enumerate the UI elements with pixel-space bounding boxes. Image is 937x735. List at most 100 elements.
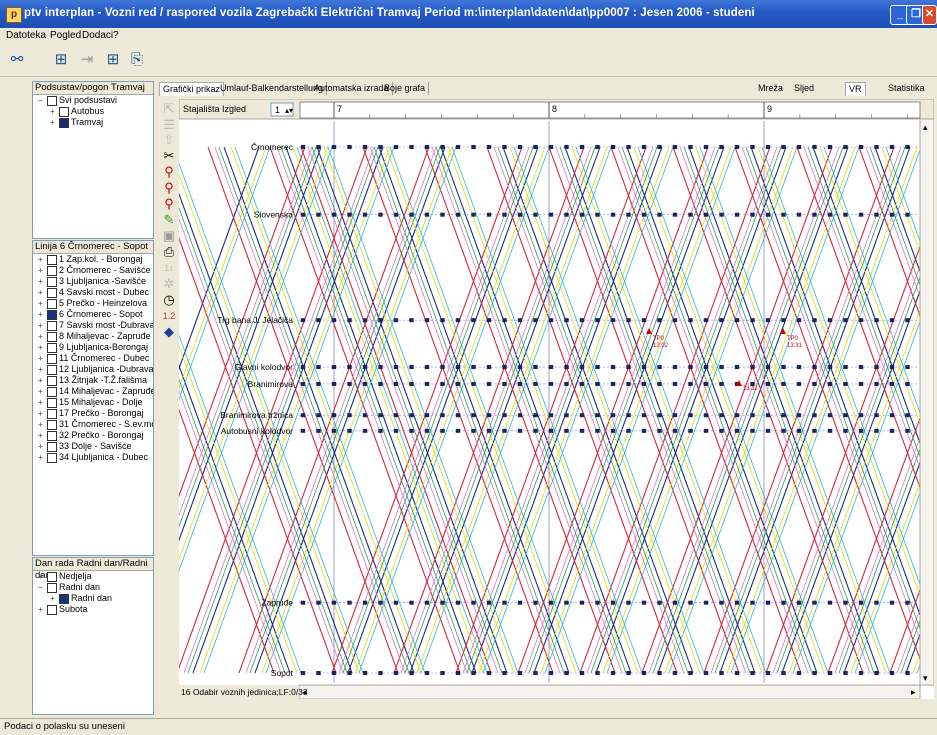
line-item[interactable]: +9 Ljubljanica-Borongaj <box>33 342 153 353</box>
checkbox[interactable] <box>47 365 57 375</box>
checkbox[interactable] <box>59 107 69 117</box>
expand-icon[interactable]: + <box>37 256 44 264</box>
checkbox[interactable] <box>47 96 57 106</box>
search-icon[interactable]: ⚲ <box>161 164 177 180</box>
line-item[interactable]: +31 Črnomerec - S.ev.most <box>33 419 153 430</box>
tab-graficki-prikaz[interactable]: Grafički prikaz <box>159 82 225 96</box>
checkbox[interactable] <box>47 409 57 419</box>
subsystem-item[interactable]: − Svi podsustavi <box>33 95 153 106</box>
daytype-item[interactable]: + Radni dan <box>33 593 153 604</box>
expand-icon[interactable]: + <box>37 322 44 330</box>
checkbox[interactable] <box>47 343 57 353</box>
line-item[interactable]: +4 Savski most - Dubec <box>33 287 153 298</box>
checkbox[interactable] <box>59 118 69 128</box>
expand-icon[interactable]: + <box>37 388 44 396</box>
expand-icon[interactable]: + <box>37 443 44 451</box>
line-item[interactable]: +5 Prečko - Heinzelova <box>33 298 153 309</box>
layout-icon[interactable]: ⊞ <box>102 49 124 71</box>
line-item[interactable]: +13 Žitnjak -T.Ž.fališma <box>33 375 153 386</box>
expand-icon[interactable]: + <box>37 432 44 440</box>
expand-icon[interactable]: + <box>37 606 44 614</box>
expand-icon[interactable]: + <box>49 108 56 116</box>
line-item[interactable]: +33 Dolje - Savišće <box>33 441 153 452</box>
binoculars-icon[interactable]: ⚯ <box>6 49 28 71</box>
step-icon[interactable]: 1.2 <box>161 308 177 324</box>
checkbox[interactable] <box>47 420 57 430</box>
tab-statistika[interactable]: Statistika <box>885 82 928 95</box>
timetable-graph[interactable]: Stajališta Izgled 1 ▴▾ 789 ČrnomerecSlov… <box>68 98 937 700</box>
expand-icon[interactable]: − <box>37 97 44 105</box>
up-icon[interactable]: ⇧ <box>161 132 177 148</box>
line-item[interactable]: +17 Prečko - Borongaj <box>33 408 153 419</box>
menu-datoteka[interactable]: Datoteka <box>6 30 46 41</box>
expand-icon[interactable]: + <box>37 344 44 352</box>
expand-icon[interactable]: + <box>37 454 44 462</box>
expand-icon[interactable]: + <box>37 399 44 407</box>
checkbox[interactable] <box>47 299 57 309</box>
checkbox[interactable] <box>47 387 57 397</box>
line-item[interactable]: +34 Ljubljanica - Dubec <box>33 452 153 463</box>
expand-icon[interactable]: + <box>37 377 44 385</box>
checkbox[interactable] <box>47 277 57 287</box>
vertical-scrollbar[interactable] <box>919 118 935 686</box>
expand-icon[interactable]: + <box>49 119 56 127</box>
subsystem-item[interactable]: + Autobus <box>33 106 153 117</box>
line-item[interactable]: +11 Črnomerec - Dubec <box>33 353 153 364</box>
numbers-icon[interactable]: 1↕ <box>161 260 177 276</box>
line-item[interactable]: +3 Ljubljanica -Savišće <box>33 276 153 287</box>
menu-help[interactable]: ? <box>113 30 119 41</box>
app-icon[interactable]: p <box>6 7 22 23</box>
line-item[interactable]: +12 Ljubljanica -Dubrava <box>33 364 153 375</box>
line-item[interactable]: +7 Savski most -Dubrava <box>33 320 153 331</box>
expand-icon[interactable]: + <box>37 333 44 341</box>
tab-mreza[interactable]: Mreža <box>755 82 786 95</box>
search-minus-icon[interactable]: ⚲ <box>161 196 177 212</box>
diamond-icon[interactable]: ◆ <box>161 324 177 340</box>
expand-icon[interactable]: + <box>37 573 44 581</box>
checkbox[interactable] <box>47 453 57 463</box>
checkbox[interactable] <box>47 354 57 364</box>
checkbox[interactable] <box>47 321 57 331</box>
expand-icon[interactable]: + <box>49 595 56 603</box>
pointer-icon[interactable]: ⇱ <box>161 101 177 117</box>
tab-vr[interactable]: VR <box>845 82 866 96</box>
expand-icon[interactable]: + <box>37 267 44 275</box>
line-item[interactable]: +1 Zap.kol. - Borongaj <box>33 254 153 265</box>
checkbox[interactable] <box>47 288 57 298</box>
checkbox[interactable] <box>47 255 57 265</box>
expand-icon[interactable]: + <box>37 311 44 319</box>
expand-icon[interactable]: + <box>37 355 44 363</box>
search-plus-icon[interactable]: ⚲ <box>161 180 177 196</box>
expand-icon[interactable]: + <box>37 289 44 297</box>
scissors-icon[interactable]: ✂ <box>161 148 177 164</box>
menu-pogled[interactable]: Pogled <box>50 30 81 41</box>
line-item[interactable]: +6 Črnomerec - Sopot <box>33 309 153 320</box>
expand-icon[interactable]: + <box>37 421 44 429</box>
grid-icon[interactable]: ⊞ <box>50 49 72 71</box>
checkbox[interactable] <box>47 583 57 593</box>
print-icon[interactable]: ⎙ <box>161 244 177 260</box>
checkbox[interactable] <box>59 594 69 604</box>
line-item[interactable]: +2 Črnomerec - Savišće <box>33 265 153 276</box>
save-icon[interactable]: ▣ <box>161 228 177 244</box>
close-button[interactable]: ✕ <box>922 5 937 25</box>
daytype-item[interactable]: − Radni dan <box>33 582 153 593</box>
line-item[interactable]: +8 Mihaljevac - Zapruđe <box>33 331 153 342</box>
checkbox[interactable] <box>47 376 57 386</box>
checkbox[interactable] <box>47 605 57 615</box>
checkbox[interactable] <box>47 572 57 582</box>
line-item[interactable]: +14 Mihaljevac - Zapruđe <box>33 386 153 397</box>
hand-icon[interactable]: ☰ <box>161 117 177 133</box>
checkbox[interactable] <box>47 442 57 452</box>
line-item[interactable]: +32 Prečko - Borongaj <box>33 430 153 441</box>
expand-icon[interactable]: + <box>37 300 44 308</box>
clock-icon[interactable]: ◷ <box>161 292 177 308</box>
expand-icon[interactable]: + <box>37 410 44 418</box>
tab-boje-grafa[interactable]: Boje grafa <box>381 82 430 95</box>
expand-icon[interactable]: − <box>37 584 44 592</box>
timetable-graph-area[interactable]: Stajališta Izgled 1 ▴▾ 789 Črnomerec Slov… <box>68 98 937 700</box>
subsystem-item[interactable]: + Tramvaj <box>33 117 153 128</box>
menu-dodaci[interactable]: Dodaci <box>82 30 113 41</box>
daytype-item[interactable]: + Nedjelja <box>33 571 153 582</box>
daytype-item[interactable]: + Subota <box>33 604 153 615</box>
